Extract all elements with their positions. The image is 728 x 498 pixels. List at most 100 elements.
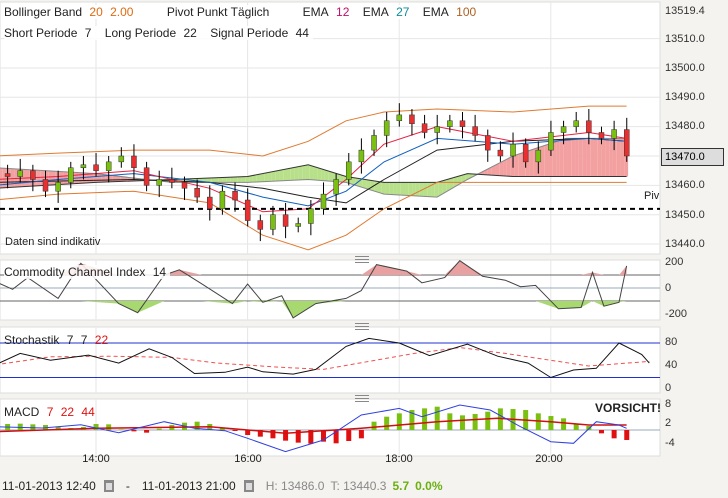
cloud-segment	[10, 168, 15, 188]
cloud-segment	[514, 154, 519, 177]
calendar-icon[interactable]	[103, 480, 114, 492]
cloud-segment	[506, 157, 511, 177]
cloud-segment	[237, 176, 242, 183]
cloud-segment	[559, 139, 564, 177]
candle-body	[510, 143, 516, 157]
candle-body	[522, 143, 529, 163]
cloud-segment	[415, 182, 420, 197]
panel-resize-handle[interactable]	[355, 323, 369, 330]
ema1-value: 12	[336, 5, 350, 19]
bollinger-label: Bollinger Band	[4, 5, 83, 19]
bollinger-p2: 2.00	[110, 5, 134, 19]
stoch-p1: 7	[66, 333, 74, 347]
cloud-segment	[393, 182, 397, 195]
signal-label: Signal Periode	[210, 26, 289, 40]
macd-histogram-bar	[434, 406, 440, 430]
cloud-segment	[313, 166, 318, 181]
candle-body	[434, 126, 440, 133]
cci-legend: Commodity Channel Index 14	[4, 265, 171, 279]
cloud-segment	[590, 138, 595, 177]
cloud-segment	[222, 177, 227, 183]
candle-body	[181, 182, 188, 189]
candle-body	[169, 179, 175, 183]
cloud-segment	[290, 167, 295, 181]
from-date[interactable]: 11-01-2013 12:40	[2, 479, 96, 493]
cloud-segment	[215, 177, 219, 183]
low-value: T: 13440.3	[330, 479, 387, 493]
price-tick: 13510.0	[665, 33, 705, 45]
candle-body	[131, 155, 137, 168]
price-tick: 13519.4	[665, 5, 705, 17]
cloud-segment	[605, 138, 610, 177]
panel-resize-handle[interactable]	[355, 395, 369, 402]
cloud-segment	[226, 177, 231, 183]
macd-histogram-bar	[371, 421, 377, 430]
macd-p1: 7	[46, 405, 54, 419]
candle-body	[105, 161, 112, 171]
cloud-segment	[252, 174, 257, 183]
candle-body	[409, 114, 415, 124]
macd-histogram-bar	[624, 430, 630, 440]
cloud-segment	[97, 173, 102, 183]
ema1-label: EMA	[302, 5, 329, 19]
calendar-icon[interactable]	[243, 480, 254, 492]
macd-histogram-bar	[422, 408, 428, 430]
candle-body	[55, 182, 61, 192]
cloud-segment	[503, 159, 507, 177]
macd-histogram-bar	[598, 430, 604, 434]
cloud-segment	[63, 171, 68, 185]
cloud-segment	[571, 138, 576, 177]
candle-body	[42, 179, 49, 192]
cloud-segment	[298, 165, 303, 180]
candle-body	[143, 167, 150, 186]
cloud-segment	[233, 176, 238, 183]
cloud-segment	[309, 165, 314, 180]
cloud-segment	[302, 165, 306, 180]
cci-tick: -200	[665, 308, 688, 320]
candle-body	[30, 170, 36, 180]
macd-histogram-bar	[485, 411, 491, 430]
candle-body	[118, 155, 125, 163]
candle-body	[472, 126, 478, 136]
macd-histogram-bar	[118, 429, 124, 430]
candle-body	[535, 149, 542, 163]
stoch-legend: Stochastik 7 7 22	[4, 333, 112, 347]
change-percent: 0.0%	[415, 479, 443, 493]
to-date[interactable]: 11-01-2013 21:00	[142, 479, 236, 493]
cloud-segment	[567, 138, 572, 177]
macd-p3: 44	[81, 405, 95, 419]
cloud-segment	[305, 165, 310, 180]
cloud-segment	[540, 145, 545, 177]
time-tick: 20:00	[535, 453, 563, 465]
cloud-segment	[374, 180, 378, 193]
stoch-p2: 7	[80, 333, 88, 347]
panel-background	[0, 398, 661, 457]
long-label: Long Periode	[104, 26, 177, 40]
cloud-segment	[510, 155, 515, 177]
date-range-bar: 11-01-2013 12:40 - 11-01-2013 21:00 H: 1…	[2, 479, 449, 493]
cloud-segment	[328, 171, 333, 182]
candle-body	[80, 164, 87, 168]
cloud-segment	[108, 175, 113, 182]
chart-canvas[interactable]	[0, 0, 728, 498]
macd-histogram-bar	[131, 430, 137, 432]
cloud-segment	[245, 176, 250, 183]
cloud-segment	[396, 182, 401, 196]
cloud-segment	[211, 177, 216, 183]
macd-histogram-bar	[396, 413, 402, 430]
cloud-segment	[427, 182, 432, 197]
disclaimer: Daten sind indikativ	[5, 236, 101, 248]
short-label: Short Periode	[4, 26, 78, 40]
cloud-segment	[324, 169, 329, 182]
candle-body	[586, 120, 592, 133]
cloud-segment	[529, 149, 534, 177]
candle-body	[68, 167, 74, 183]
candle-body	[244, 199, 251, 221]
change-value: 5.7	[392, 479, 410, 493]
macd-histogram-bar	[573, 424, 579, 430]
candle-body	[421, 123, 428, 133]
cloud-segment	[218, 177, 223, 183]
macd-legend: MACD 7 22 44	[4, 405, 99, 419]
cloud-segment	[36, 170, 41, 186]
panel-resize-handle[interactable]	[355, 256, 369, 263]
